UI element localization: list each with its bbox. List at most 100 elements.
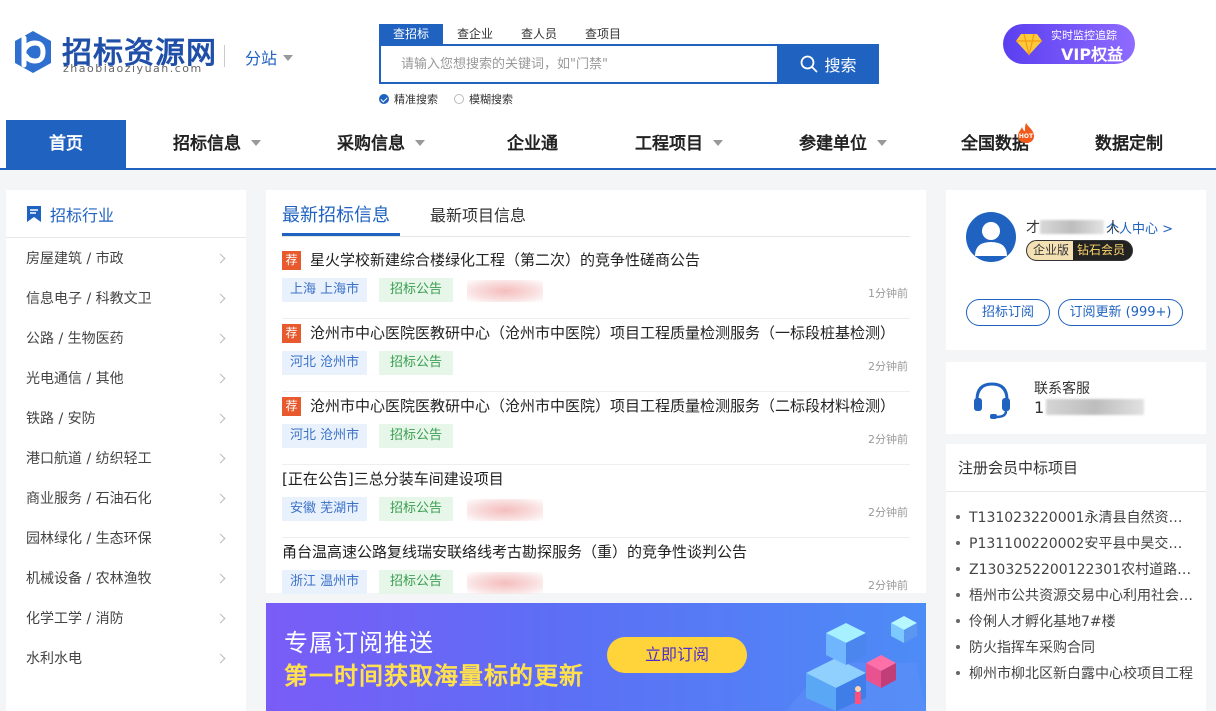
nav-projects[interactable]: 工程项目	[635, 120, 723, 168]
sidebar-item[interactable]: 化学工学 / 消防	[6, 598, 246, 638]
project-link[interactable]: 柳州市柳北区新白露中心校项目工程	[956, 663, 1196, 683]
recommend-badge: 荐	[282, 397, 301, 416]
active-tab-indicator	[282, 233, 400, 236]
sidebar-item[interactable]: 光电通信 / 其他	[6, 358, 246, 398]
bookmark-icon	[27, 205, 41, 222]
chevron-right-icon	[215, 493, 226, 503]
project-link[interactable]: 梧州市公共资源交易中心利用社会资本	[956, 585, 1196, 605]
nav-data-custom[interactable]: 数据定制	[1095, 120, 1163, 168]
news-title[interactable]: 荐星火学校新建综合楼绿化工程（第二次）的竞争性磋商公告	[282, 249, 700, 270]
location-tag[interactable]: 河北 沧州市	[282, 424, 368, 448]
search-mode-exact-label: 精准搜索	[394, 93, 438, 106]
customer-service-phone[interactable]: 1	[1034, 398, 1145, 417]
sidebar-item-label: 铁路 / 安防	[26, 411, 96, 427]
news-title-text: 沧州市中心医院医教研中心（沧州市中医院）项目工程质量检测服务（二标段材料检测）	[310, 397, 896, 415]
search-input[interactable]	[381, 46, 777, 82]
sidebar-item[interactable]: 水利水电	[6, 638, 246, 678]
subscribe-banner[interactable]: 专属订阅推送 第一时间获取海量标的更新 立即订阅	[266, 603, 926, 711]
logo-domain: zhaobiaoziyuan.com	[63, 62, 203, 75]
sidebar-item[interactable]: 机械设备 / 农林渔牧	[6, 558, 246, 598]
nav-tender-info-label: 招标信息	[173, 134, 241, 154]
avatar[interactable]	[966, 212, 1016, 262]
subscribe-now-button[interactable]: 立即订阅	[607, 637, 747, 673]
radio-unchecked-icon	[454, 94, 464, 104]
membership-edition: 企业版	[1027, 241, 1074, 260]
subscription-updates-button[interactable]: 订阅更新 (999+)	[1058, 299, 1183, 326]
news-time: 2分钟前	[868, 360, 908, 373]
nav-purchase-info[interactable]: 采购信息	[337, 120, 425, 168]
personal-center-link[interactable]: 个人中心 >	[1106, 218, 1173, 237]
search-tab-company[interactable]: 查企业	[443, 24, 507, 44]
tab-latest-tenders[interactable]: 最新招标信息	[282, 201, 390, 227]
location-tag[interactable]: 安徽 芜湖市	[282, 497, 368, 521]
sidebar-item-label: 房屋建筑 / 市政	[26, 251, 124, 267]
data-cubes-illustration	[786, 616, 926, 711]
sidebar-item[interactable]: 商业服务 / 石油石化	[6, 478, 246, 518]
logo-icon[interactable]	[10, 28, 56, 76]
type-tag: 招标公告	[379, 351, 454, 375]
project-link[interactable]: 防火指挥车采购合同	[956, 637, 1196, 657]
location-tag[interactable]: 河北 沧州市	[282, 351, 368, 375]
chevron-right-icon	[215, 333, 226, 343]
search-mode-fuzzy[interactable]: 模糊搜索	[454, 91, 513, 107]
type-tag: 招标公告	[379, 497, 454, 521]
customer-service-label: 联系客服	[1034, 381, 1090, 397]
nav-home[interactable]: 首页	[6, 120, 126, 168]
sidebar-item[interactable]: 信息电子 / 科教文卫	[6, 278, 246, 318]
sidebar-item-label: 信息电子 / 科教文卫	[26, 291, 152, 307]
search-icon	[801, 55, 818, 73]
member-projects-title: 注册会员中标项目	[946, 444, 1206, 492]
search-button[interactable]: 搜索	[778, 44, 879, 84]
nav-enterprise[interactable]: 企业通	[507, 120, 558, 168]
news-item: 甬台温高速公路复线瑞安联络线考古勘探服务（重）的竞争性谈判公告 浙江 温州市 招…	[282, 538, 910, 611]
redacted-field	[467, 572, 543, 594]
news-title-text: [正在公告]三总分装车间建设项目	[282, 470, 504, 488]
chevron-down-icon	[415, 140, 425, 146]
project-link[interactable]: Z1303252200122301农村道路改造	[956, 559, 1196, 579]
substation-dropdown[interactable]: 分站	[245, 45, 294, 69]
tender-subscribe-button[interactable]: 招标订阅	[966, 299, 1050, 326]
chevron-right-icon	[215, 653, 226, 663]
vip-title: VIP权益	[1061, 45, 1124, 64]
tab-latest-projects[interactable]: 最新项目信息	[430, 202, 526, 226]
news-title[interactable]: [正在公告]三总分装车间建设项目	[282, 468, 504, 489]
news-title[interactable]: 荐沧州市中心医院医教研中心（沧州市中医院）项目工程质量检测服务（一标段桩基检测）	[282, 322, 895, 343]
search-tab-project[interactable]: 查项目	[571, 24, 635, 44]
sidebar-item-label: 港口航道 / 纺织轻工	[26, 451, 152, 467]
location-tag[interactable]: 浙江 温州市	[282, 570, 368, 594]
redacted-phone	[1046, 399, 1145, 415]
project-link[interactable]: T131023220001永清县自然资源和规划局	[956, 507, 1196, 527]
sidebar-item[interactable]: 铁路 / 安防	[6, 398, 246, 438]
industry-sidebar-title: 招标行业	[50, 205, 115, 225]
sidebar-item-label: 化学工学 / 消防	[26, 611, 124, 627]
project-link[interactable]: P131100220002安平县中昊交通工程	[956, 533, 1196, 553]
search-box	[379, 44, 779, 84]
redacted-field	[467, 499, 543, 521]
search-tab-person[interactable]: 查人员	[507, 24, 571, 44]
nav-purchase-info-label: 采购信息	[337, 134, 405, 154]
nav-tender-info[interactable]: 招标信息	[173, 120, 261, 168]
search-tab-tender[interactable]: 查招标	[379, 24, 444, 44]
project-link[interactable]: 伶俐人才孵化基地7#楼	[956, 611, 1196, 631]
membership-badge: 企业版 钻石会员	[1026, 240, 1134, 261]
news-time: 2分钟前	[868, 433, 908, 446]
search-button-label: 搜索	[824, 56, 857, 75]
sidebar-item[interactable]: 房屋建筑 / 市政	[6, 238, 246, 278]
sidebar-item[interactable]: 港口航道 / 纺织轻工	[6, 438, 246, 478]
substation-label: 分站	[245, 49, 278, 68]
type-tag: 招标公告	[379, 570, 454, 594]
customer-service-panel: 联系客服 1	[946, 362, 1206, 434]
recommend-badge: 荐	[282, 324, 301, 343]
vip-benefits-button[interactable]: 实时监控追踪 VIP权益	[1003, 24, 1135, 64]
recommend-badge: 荐	[282, 251, 301, 270]
location-tag[interactable]: 上海 上海市	[282, 278, 368, 302]
redacted-field	[467, 280, 543, 302]
nav-participants[interactable]: 参建单位	[799, 120, 887, 168]
sidebar-item[interactable]: 园林绿化 / 生态环保	[6, 518, 246, 558]
search-mode-exact[interactable]: 精准搜索	[379, 91, 438, 107]
news-item: 荐沧州市中心医院医教研中心（沧州市中医院）项目工程质量检测服务（一标段桩基检测）…	[282, 319, 910, 392]
sidebar-item[interactable]: 公路 / 生物医药	[6, 318, 246, 358]
user-panel: 才人 个人中心 > 企业版 钻石会员 招标订阅 订阅更新 (999+)	[946, 190, 1206, 350]
news-title[interactable]: 荐沧州市中心医院医教研中心（沧州市中医院）项目工程质量检测服务（二标段材料检测）	[282, 395, 895, 416]
news-title[interactable]: 甬台温高速公路复线瑞安联络线考古勘探服务（重）的竞争性谈判公告	[282, 541, 747, 562]
